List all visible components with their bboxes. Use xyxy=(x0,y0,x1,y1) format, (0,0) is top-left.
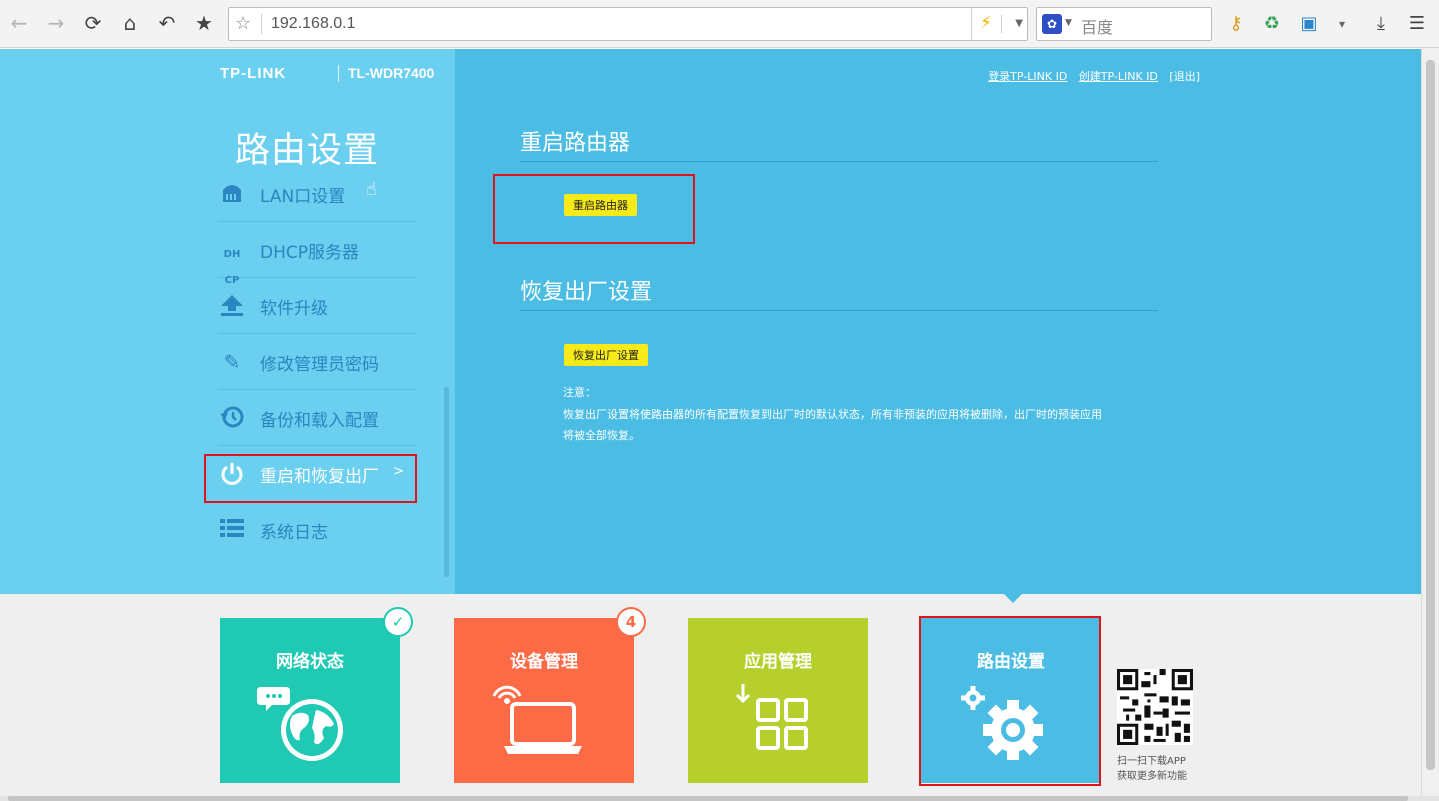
dhcp-icon: DH CP xyxy=(223,249,241,286)
note-text-line1: 恢复出厂设置将使路由器的所有配置恢复到出厂时的默认状态，所有非预装的应用将被删除… xyxy=(563,408,1102,421)
tile-app-management[interactable]: 应用管理 xyxy=(688,618,868,783)
login-tplink-id-link[interactable]: 登录TP-LINK ID xyxy=(988,70,1067,83)
globe-chat-icon xyxy=(257,687,343,761)
scroll-thumb[interactable] xyxy=(8,796,1408,801)
device-count-badge: 4 xyxy=(616,607,646,637)
upload-icon xyxy=(218,293,246,319)
app-download-text: 扫一扫下载APP 获取更多新功能 xyxy=(1117,754,1187,784)
sidebar-item-log[interactable]: 系统日志 xyxy=(218,502,416,558)
list-icon xyxy=(218,517,246,543)
lan-port-icon xyxy=(218,181,246,207)
url-actions: ⚡ ▼ xyxy=(971,8,1027,40)
undo-icon[interactable]: ↶ xyxy=(154,10,180,36)
back-icon[interactable]: ← xyxy=(6,10,32,36)
chevron-down-icon[interactable]: ▼ xyxy=(1065,18,1072,28)
divider xyxy=(261,14,262,34)
divider xyxy=(338,65,339,82)
horizontal-scrollbar[interactable] xyxy=(0,796,1439,801)
baidu-paw-icon[interactable]: ✿ xyxy=(1042,14,1062,34)
download-icon[interactable]: ⤓ xyxy=(1369,12,1393,36)
divider xyxy=(520,310,1158,311)
sidebar-item-label: LAN口设置 xyxy=(260,187,346,207)
highlight-box xyxy=(919,616,1101,786)
router-page: TP-LINK TL-WDR7400 路由设置 ☝ LAN口设置 DH CP DH… xyxy=(0,49,1421,796)
laptop-wifi-icon xyxy=(492,685,582,754)
bottom-nav: 网络状态 ✓ 设备管理 4 应用管理 路由设置 扫一扫下载APP 获取更多新功能 xyxy=(0,594,1421,796)
apps-grid-icon xyxy=(735,684,808,750)
sidebar-item-label: DHCP服务器 xyxy=(260,243,359,263)
sidebar-item-upgrade[interactable]: 软件升级 xyxy=(218,278,416,334)
search-input[interactable]: 百度 xyxy=(1081,14,1113,38)
account-links: 登录TP-LINK ID 创建TP-LINK ID [退出] xyxy=(980,68,1200,84)
browser-toolbar: ← → ⟳ ⌂ ↶ ★ ☆ 192.168.0.1 ⚡ ▼ ✿ ▼ 百度 ⚷ ♻… xyxy=(0,0,1439,48)
factory-reset-button[interactable]: 恢复出厂设置 xyxy=(564,344,648,366)
sidebar-item-dhcp[interactable]: DH CP DHCP服务器 xyxy=(218,222,416,286)
tile-device-management[interactable]: 设备管理 xyxy=(454,618,634,783)
lightning-icon[interactable]: ⚡ xyxy=(980,13,992,33)
note-title: 注意： xyxy=(563,386,596,399)
forward-icon[interactable]: → xyxy=(43,10,69,36)
tile-network-status[interactable]: 网络状态 xyxy=(220,618,400,783)
address-bar[interactable]: ☆ 192.168.0.1 ⚡ ▼ xyxy=(228,7,1028,41)
qr-code-image xyxy=(1117,669,1193,745)
hamburger-menu-icon[interactable]: ☰ xyxy=(1405,12,1429,36)
tile-label: 设备管理 xyxy=(510,652,578,672)
sidebar-item-lan[interactable]: LAN口设置 xyxy=(218,166,416,222)
sidebar-item-label: 备份和载入配置 xyxy=(260,411,379,431)
check-badge-icon: ✓ xyxy=(383,607,413,637)
note-text-line2: 将被全部恢复。 xyxy=(563,429,640,442)
sidebar-item-label: 软件升级 xyxy=(260,299,328,319)
scroll-thumb[interactable] xyxy=(1426,60,1435,770)
history-icon xyxy=(218,405,246,431)
menu-dropdown-icon[interactable]: ▾ xyxy=(1330,12,1354,36)
reload-icon[interactable]: ⟳ xyxy=(80,10,106,36)
create-tplink-id-link[interactable]: 创建TP-LINK ID xyxy=(1079,70,1158,83)
model-name: TL-WDR7400 xyxy=(348,65,435,81)
vertical-scrollbar[interactable] xyxy=(1421,48,1439,796)
key-icon[interactable]: ⚷ xyxy=(1224,12,1248,36)
url-text[interactable]: 192.168.0.1 xyxy=(271,15,356,33)
sidebar-item-backup[interactable]: 备份和载入配置 xyxy=(218,390,416,446)
tile-label: 网络状态 xyxy=(276,652,344,672)
brand-logo: TP-LINK xyxy=(220,65,287,82)
bookmark-star-icon[interactable]: ★ xyxy=(191,10,217,36)
sidebar-item-label: 系统日志 xyxy=(260,523,328,543)
highlight-box xyxy=(493,174,695,244)
active-tile-pointer xyxy=(1004,594,1022,603)
reboot-heading: 重启路由器 xyxy=(520,131,631,156)
sidebar-item-password[interactable]: ✎ 修改管理员密码 xyxy=(218,334,416,390)
logout-link[interactable]: [退出] xyxy=(1169,70,1200,83)
sidebar-scrollbar[interactable] xyxy=(444,387,449,577)
sidebar-item-label: 修改管理员密码 xyxy=(260,355,379,375)
pencil-icon: ✎ xyxy=(223,350,241,374)
star-outline-icon[interactable]: ☆ xyxy=(235,13,251,34)
game-icon[interactable]: ▣ xyxy=(1297,12,1321,36)
highlight-box xyxy=(204,454,417,503)
home-icon[interactable]: ⌂ xyxy=(117,10,143,36)
app-promo-line2: 获取更多新功能 xyxy=(1117,771,1187,782)
divider xyxy=(520,161,1158,162)
sidebar-panel: TP-LINK TL-WDR7400 路由设置 ☝ LAN口设置 DH CP DH… xyxy=(0,49,455,594)
tile-label: 应用管理 xyxy=(744,652,812,672)
app-promo-line1: 扫一扫下载APP xyxy=(1117,756,1186,767)
factory-reset-heading: 恢复出厂设置 xyxy=(520,280,653,305)
recycle-icon[interactable]: ♻ xyxy=(1260,12,1284,36)
chevron-down-icon[interactable]: ▼ xyxy=(1001,15,1023,33)
search-box[interactable]: ✿ ▼ 百度 xyxy=(1036,7,1212,41)
